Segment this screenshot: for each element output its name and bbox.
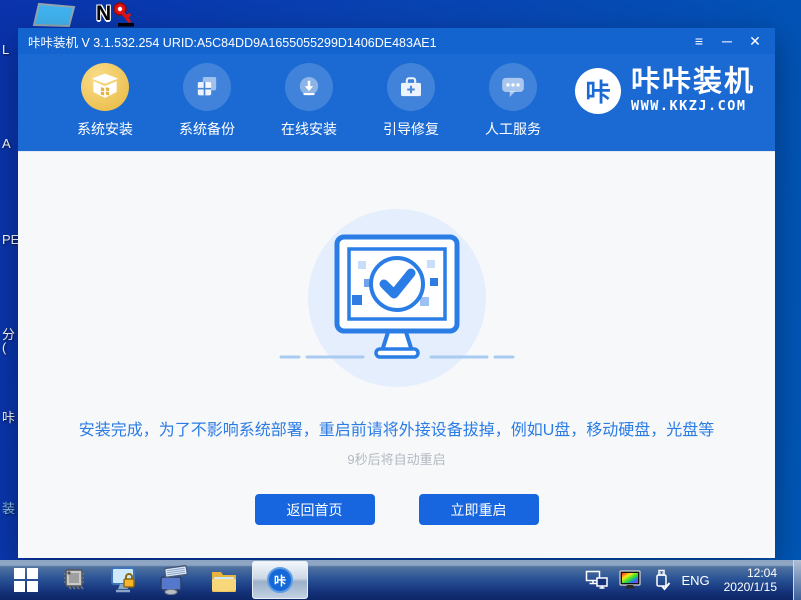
clock-date: 2020/1/15	[724, 580, 777, 594]
usb-safe-remove-icon[interactable]	[653, 569, 671, 591]
nav-item-label: 引导修复	[383, 119, 439, 139]
start-button[interactable]	[3, 560, 49, 600]
nav-item-label: 在线安装	[281, 119, 337, 139]
desktop-label-fragment[interactable]: 装	[2, 498, 15, 517]
support-chat-icon	[489, 63, 537, 111]
desktop-password-key-icon[interactable]: N	[96, 2, 140, 28]
desktop-label-fragment[interactable]: A	[2, 136, 11, 151]
back-home-button[interactable]: 返回首页	[255, 494, 375, 525]
red-key-icon	[112, 2, 138, 28]
restart-now-button[interactable]: 立即重启	[419, 494, 539, 525]
show-desktop-button[interactable]	[793, 560, 801, 600]
nkey-letter: N	[96, 2, 111, 25]
system-tray: ENG 12:04 2020/1/15	[585, 560, 801, 600]
nav-item-system-backup[interactable]: 系统备份	[156, 63, 258, 139]
desktop-label-fragment[interactable]: PE	[2, 232, 19, 247]
clock-time: 12:04	[724, 566, 777, 580]
taskbar-remote-pc-app[interactable]	[149, 560, 199, 600]
close-icon[interactable]: ✕	[743, 28, 767, 54]
nav-item-system-install[interactable]: 系统安装	[54, 63, 156, 139]
monitor-checkmark-illustration	[308, 209, 486, 387]
taskbar: 咔 ENG	[0, 560, 801, 600]
nav-item-support[interactable]: 人工服务	[462, 63, 564, 139]
menu-icon[interactable]: ≡	[687, 28, 711, 54]
brand-url: WWW.KKZJ.COM	[631, 98, 755, 114]
install-complete-message: 安装完成，为了不影响系统部署，重启前请将外接设备拔掉，例如U盘，移动硬盘，光盘等	[79, 416, 715, 440]
window-title: 咔咔装机 V 3.1.532.254 URID:A5C84DD9A1655055…	[28, 32, 437, 51]
nav-item-label: 系统安装	[77, 119, 133, 139]
taskbar-clock[interactable]: 12:04 2020/1/15	[724, 566, 777, 594]
nav-item-boot-repair[interactable]: 引导修复	[360, 63, 462, 139]
system-backup-icon	[183, 63, 231, 111]
desktop-label-fragment[interactable]: L	[2, 42, 9, 57]
taskbar-file-explorer-app[interactable]	[199, 560, 249, 600]
taskbar-memory-chip-app[interactable]	[49, 560, 99, 600]
boot-repair-icon	[387, 63, 435, 111]
nav-bar: 系统安装 系统备份 在线安装	[18, 54, 775, 151]
network-icon[interactable]	[585, 570, 609, 590]
brand-mark-icon: 咔	[575, 68, 621, 114]
taskbar-kaka-app-active[interactable]: 咔	[252, 561, 308, 599]
folder-icon	[209, 567, 239, 593]
desktop-label-fragment[interactable]: 咔	[2, 407, 15, 426]
window-titlebar[interactable]: 咔咔装机 V 3.1.532.254 URID:A5C84DD9A1655055…	[18, 28, 775, 54]
system-install-icon	[81, 63, 129, 111]
language-indicator[interactable]: ENG	[681, 573, 709, 588]
memory-chip-icon	[59, 567, 89, 593]
color-display-icon[interactable]	[619, 570, 643, 590]
remote-pc-icon	[158, 565, 190, 595]
button-row: 返回首页 立即重启	[255, 494, 539, 525]
windows-logo-icon	[13, 567, 39, 593]
brand-title: 咔咔装机	[631, 67, 755, 97]
nav-item-online-install[interactable]: 在线安装	[258, 63, 360, 139]
taskbar-screen-lock-app[interactable]	[99, 560, 149, 600]
nav-item-label: 系统备份	[179, 119, 235, 139]
kaka-app-icon: 咔	[267, 567, 293, 593]
nav-item-label: 人工服务	[485, 119, 541, 139]
screen-lock-icon	[109, 566, 139, 594]
restart-countdown: 9秒后将自动重启	[347, 449, 445, 468]
desktop-label-fragment[interactable]: (	[2, 340, 6, 355]
online-install-icon	[285, 63, 333, 111]
brand-logo: 咔 咔咔装机 WWW.KKZJ.COM	[575, 67, 755, 114]
main-content: 安装完成，为了不影响系统部署，重启前请将外接设备拔掉，例如U盘，移动硬盘，光盘等…	[18, 151, 775, 558]
kaka-installer-window: 咔咔装机 V 3.1.532.254 URID:A5C84DD9A1655055…	[18, 28, 775, 558]
minimize-icon[interactable]: ─	[715, 28, 739, 54]
